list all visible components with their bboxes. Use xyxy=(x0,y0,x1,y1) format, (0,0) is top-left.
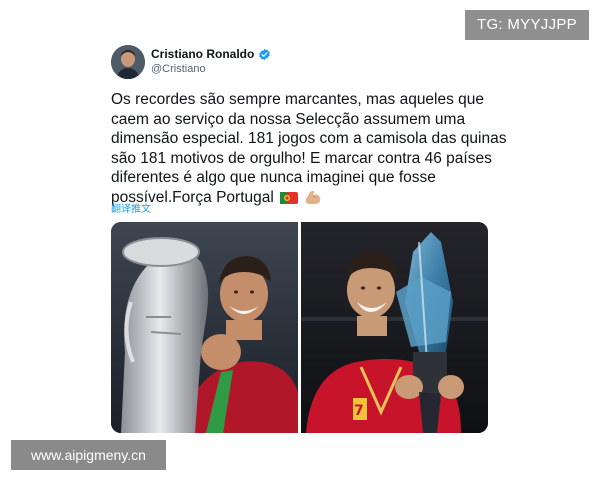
author-handle[interactable]: @Cristiano xyxy=(151,63,206,75)
portugal-flag-icon xyxy=(280,191,299,211)
media-photo-nations-league-trophy[interactable]: 7 xyxy=(301,222,488,433)
translate-tweet-link[interactable]: 翻译推文 xyxy=(111,200,151,215)
verified-badge-icon xyxy=(258,48,271,61)
tweet-body: Os recordes são sempre marcantes, mas aq… xyxy=(111,90,511,211)
euro-trophy-photo-icon xyxy=(111,222,298,433)
svg-text:7: 7 xyxy=(354,403,364,419)
media-photo-euro-trophy[interactable] xyxy=(111,222,298,433)
tg-watermark-badge: TG: MYYJJPP xyxy=(465,10,589,40)
nations-league-trophy-photo-icon: 7 xyxy=(301,222,488,433)
media-grid: 7 xyxy=(111,222,488,433)
flexed-biceps-icon xyxy=(304,189,322,211)
avatar-photo-icon xyxy=(111,45,145,79)
avatar[interactable] xyxy=(111,45,145,79)
author-display-name[interactable]: Cristiano Ronaldo xyxy=(151,47,254,61)
author-name-row: Cristiano Ronaldo xyxy=(151,47,271,61)
site-watermark: www.aipigmeny.cn xyxy=(11,440,166,470)
